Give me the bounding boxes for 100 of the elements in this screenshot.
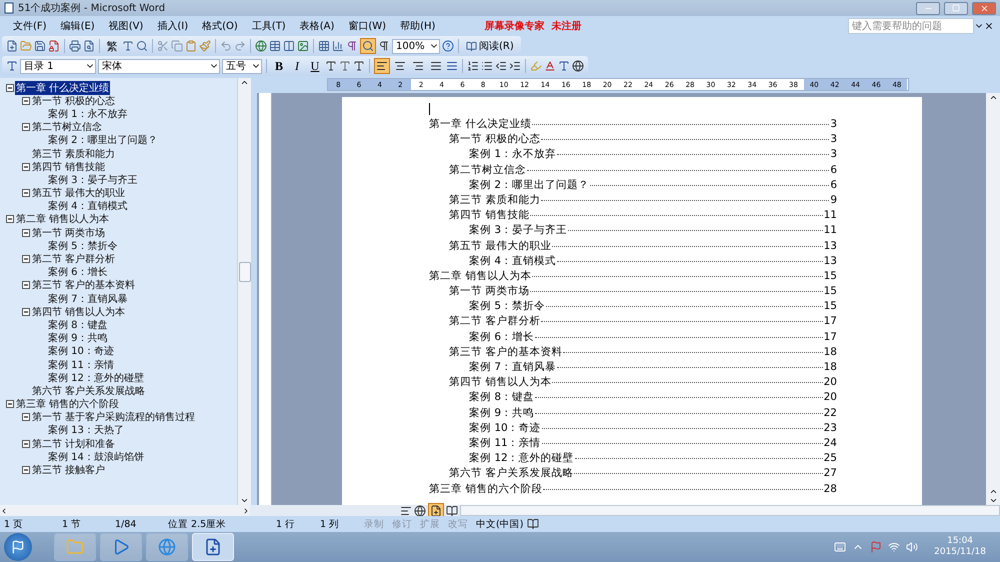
outline-item[interactable]: 案例 6：增长 — [47, 265, 109, 280]
scroll-up-icon[interactable] — [240, 78, 249, 87]
collapse-icon[interactable] — [6, 215, 14, 224]
menu-item[interactable]: 表格(A) — [292, 19, 342, 33]
tables-icon[interactable] — [269, 40, 281, 52]
outline-item[interactable]: 第四节 销售技能 — [31, 160, 106, 174]
help-icon[interactable] — [442, 40, 454, 52]
numbering-icon[interactable] — [467, 60, 479, 72]
zoom-dropdown[interactable]: 100% — [392, 38, 440, 54]
outline-item[interactable]: 第二节 客户群分析 — [31, 252, 116, 266]
collapse-icon[interactable] — [22, 440, 30, 448]
outline-item[interactable]: 第三节 接触客户 — [31, 463, 106, 478]
show-marks-icon[interactable] — [378, 40, 390, 52]
collapse-icon[interactable] — [22, 255, 30, 264]
menu-item[interactable]: 帮助(H) — [393, 19, 442, 33]
menu-item[interactable]: 工具(T) — [244, 19, 293, 33]
menu-item[interactable]: 编辑(E) — [54, 19, 102, 33]
styles-icon[interactable] — [6, 60, 18, 72]
restore-button[interactable] — [944, 2, 968, 14]
help-search-field[interactable]: 键入需要帮助的问题 — [848, 18, 974, 34]
outline-item[interactable]: 案例 13：天热了 — [47, 423, 125, 438]
image-icon[interactable] — [297, 40, 309, 52]
outline-item[interactable]: 第一节 积极的心态 — [31, 94, 116, 108]
print-preview-icon[interactable] — [83, 40, 95, 52]
scrollbar-thumb[interactable] — [238, 262, 250, 282]
outline-item[interactable]: 第五节 最伟大的职业 — [31, 186, 126, 200]
outline-item[interactable]: 案例 14：鼓浪屿馅饼 — [47, 450, 145, 464]
collapse-icon[interactable] — [22, 162, 30, 171]
outline-item[interactable]: 第三节 客户的基本资料 — [31, 278, 136, 292]
collapse-icon[interactable] — [22, 189, 30, 198]
bold-button[interactable]: B — [271, 58, 287, 74]
permission-icon[interactable] — [48, 40, 60, 52]
underline-button[interactable]: U — [307, 58, 323, 74]
insert-table-icon[interactable] — [318, 40, 330, 52]
menu-item[interactable]: 窗口(W) — [341, 19, 394, 33]
minimize-button[interactable] — [916, 2, 940, 14]
outline-item[interactable]: 案例 3：晏子与齐王 — [47, 172, 139, 187]
collapse-icon[interactable] — [22, 96, 30, 105]
collapse-icon[interactable] — [22, 413, 30, 422]
outline-item[interactable]: 第三章 销售的六个阶段 — [15, 397, 120, 412]
italic-button[interactable]: I — [289, 58, 305, 74]
scroll-right-icon[interactable] — [242, 506, 250, 514]
outline-item[interactable]: 案例 7：直销风暴 — [47, 292, 129, 306]
columns-icon[interactable] — [283, 40, 295, 52]
start-button[interactable] — [4, 533, 32, 561]
scroll-left-icon[interactable] — [0, 506, 8, 514]
menu-item[interactable]: 格式(O) — [195, 19, 245, 33]
new-document-icon[interactable] — [6, 40, 18, 52]
outline-item[interactable]: 案例 9：共鸣 — [47, 331, 109, 346]
traditional-chinese-button[interactable]: 繁 — [104, 38, 120, 54]
menu-item[interactable]: 文件(F) — [6, 19, 54, 33]
save-icon[interactable] — [34, 40, 46, 52]
collapse-icon[interactable] — [22, 308, 30, 316]
collapse-icon[interactable] — [6, 400, 14, 408]
print-layout-icon[interactable] — [430, 504, 442, 516]
font-color-icon[interactable] — [544, 60, 556, 72]
word-app-button[interactable] — [192, 533, 234, 561]
collapse-icon[interactable] — [22, 281, 30, 290]
outline-item[interactable]: 第一节 基于客户采购流程的销售过程 — [31, 410, 196, 424]
style-dropdown[interactable]: 目录 1 — [20, 58, 96, 74]
outline-item[interactable]: 案例 8：键盘 — [47, 318, 109, 332]
menu-item[interactable]: 视图(V) — [102, 19, 150, 33]
format-painter-icon[interactable] — [199, 40, 211, 52]
font-dropdown[interactable]: 宋体 — [98, 58, 220, 74]
decrease-indent-icon[interactable] — [495, 60, 507, 72]
reading-view-icon[interactable] — [446, 504, 458, 516]
collapse-icon[interactable] — [22, 228, 30, 237]
menu-item[interactable]: 插入(I) — [150, 19, 196, 33]
outline-item[interactable]: 第二节树立信念 — [31, 120, 103, 134]
next-page-icon[interactable] — [988, 496, 998, 505]
outline-item[interactable]: 案例 10：奇迹 — [47, 344, 115, 358]
media-player-button[interactable] — [100, 533, 142, 561]
font-size-dropdown[interactable]: 五号 — [222, 58, 262, 74]
outline-item[interactable]: 第二节 计划和准备 — [31, 436, 116, 451]
outline-item[interactable]: 第四节 销售以人为本 — [31, 304, 126, 319]
outline-item[interactable]: 案例 12：意外的碰壁 — [47, 370, 145, 385]
outline-item[interactable]: 第一节 两类市场 — [31, 226, 106, 240]
read-button[interactable]: 阅读(R) — [463, 39, 517, 53]
outline-item[interactable]: 第三节 素质和能力 — [31, 146, 116, 161]
horizontal-scrollbar[interactable] — [460, 505, 1000, 516]
line-spacing-icon[interactable] — [446, 60, 458, 72]
previous-page-icon[interactable] — [988, 487, 998, 496]
research-icon[interactable] — [136, 40, 148, 52]
print-icon[interactable] — [69, 40, 81, 52]
scroll-up-icon[interactable] — [988, 93, 998, 102]
outline-item[interactable]: 案例 11：亲情 — [47, 358, 115, 372]
keyboard-icon[interactable] — [834, 541, 846, 553]
normal-view-icon[interactable] — [400, 504, 412, 516]
outline-item[interactable]: 案例 2：哪里出了问题？ — [47, 133, 159, 148]
chart-icon[interactable] — [332, 40, 344, 52]
scroll-down-icon[interactable] — [240, 496, 249, 505]
outline-item[interactable]: 案例 1：永不放弃 — [47, 106, 129, 121]
paste-icon[interactable] — [185, 40, 197, 52]
web-view-icon[interactable] — [414, 504, 426, 516]
outline-item[interactable]: 第二章 销售以人为本 — [15, 212, 110, 226]
alignment-button[interactable] — [374, 58, 390, 74]
volume-icon[interactable] — [906, 541, 918, 553]
outline-item[interactable]: 案例 4：直销模式 — [47, 199, 129, 214]
collapse-icon[interactable] — [22, 123, 30, 132]
outline-item[interactable]: 第六节 客户关系发展战略 — [31, 384, 146, 398]
